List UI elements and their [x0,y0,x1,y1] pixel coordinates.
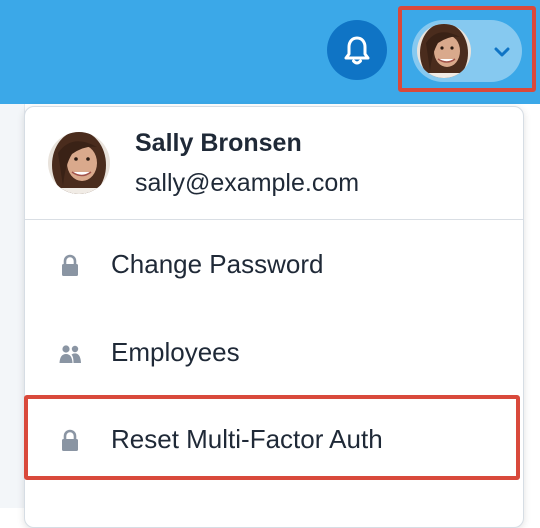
user-menu-toggle[interactable] [412,20,522,82]
notifications-button[interactable] [327,20,387,80]
users-icon [59,345,81,363]
avatar [48,132,110,194]
page-background [0,104,25,508]
avatar [417,24,471,78]
menu-item-employees[interactable]: Employees [25,310,523,396]
lock-icon [62,429,78,451]
bell-icon [344,36,370,65]
menu-item-change-password[interactable]: Change Password [25,222,523,308]
chevron-down-icon [494,47,510,57]
menu-item-label: Reset Multi-Factor Auth [111,424,383,454]
user-profile-header: Sally Bronsen sally@example.com [25,107,523,220]
user-name: Sally Bronsen [135,129,302,157]
user-dropdown-menu: Sally Bronsen sally@example.com Change P… [24,106,524,528]
lock-icon [62,254,78,276]
menu-item-reset-mfa[interactable]: Reset Multi-Factor Auth [25,397,523,483]
menu-item-label: Employees [111,337,240,367]
user-email: sally@example.com [135,169,360,197]
top-bar [0,0,540,104]
menu-item-label: Change Password [111,249,324,279]
